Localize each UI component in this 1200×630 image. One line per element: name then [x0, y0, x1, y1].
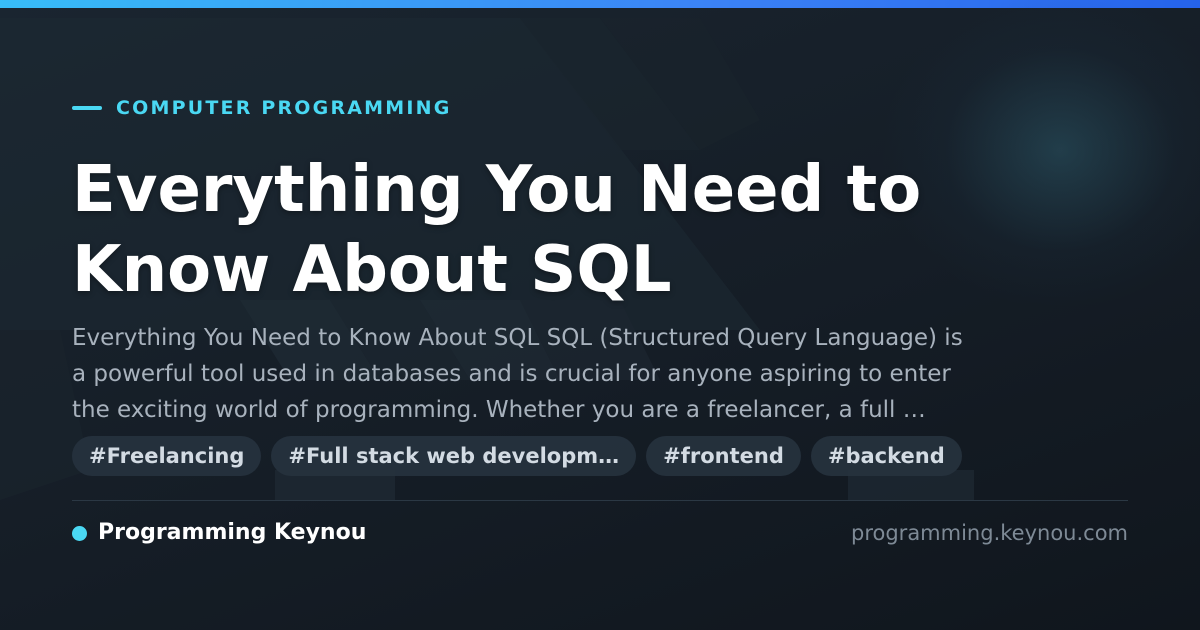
brand-name: Programming Keynou — [98, 520, 367, 545]
article-excerpt: Everything You Need to Know About SQL SQ… — [72, 320, 1112, 428]
category-dash — [72, 106, 102, 110]
excerpt-line: Everything You Need to Know About SQL SQ… — [72, 325, 963, 351]
footer-divider — [72, 500, 1128, 501]
category-eyebrow: COMPUTER PROGRAMMING — [72, 96, 452, 120]
brand: Programming Keynou — [72, 518, 366, 548]
article-title-line: Know About SQL — [72, 233, 672, 307]
tag-frontend[interactable]: #frontend — [646, 436, 801, 476]
tag-backend[interactable]: #backend — [810, 436, 962, 476]
tag-freelancing[interactable]: #Freelancing — [72, 436, 262, 476]
article-title: Everything You Need to Know About SQL — [72, 150, 1132, 310]
social-card: COMPUTER PROGRAMMING Everything You Need… — [0, 0, 1200, 630]
tag-full-stack[interactable]: #Full stack web developm… — [271, 436, 637, 476]
site-domain[interactable]: programming.keynou.com — [851, 518, 1128, 548]
category-label: COMPUTER PROGRAMMING — [116, 97, 452, 119]
tag-list: #Freelancing #Full stack web developm… #… — [72, 436, 962, 476]
article-title-line: Everything You Need to — [72, 153, 922, 227]
excerpt-line: the exciting world of programming. Wheth… — [72, 397, 926, 423]
excerpt-line: a powerful tool used in databases and is… — [72, 361, 951, 387]
brand-dot-icon — [72, 525, 87, 541]
